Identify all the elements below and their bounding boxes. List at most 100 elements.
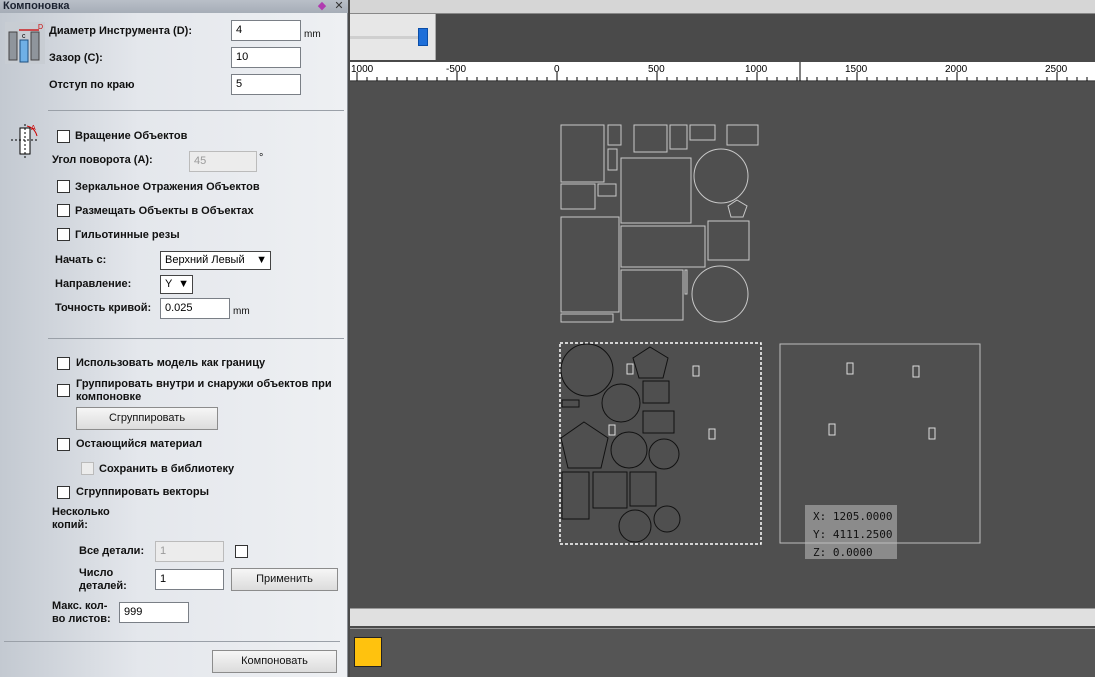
save-to-library-checkbox[interactable] (81, 462, 94, 475)
tool-diameter-icon: c D (5, 22, 45, 64)
part-vector (620, 225, 706, 268)
curve-precision-input[interactable]: 0.025 (160, 298, 230, 319)
pin-icon[interactable]: ◆ (316, 0, 328, 12)
part-vector (684, 269, 688, 295)
color-swatch[interactable] (354, 637, 382, 667)
part-vector (560, 124, 605, 183)
part-vector (653, 505, 681, 533)
part-vector (689, 124, 716, 141)
part-vector (633, 124, 668, 153)
rotation-icon: A (11, 124, 39, 158)
all-parts-checkbox[interactable] (235, 545, 248, 558)
start-from-select[interactable]: Верхний Левый ▼ (160, 251, 271, 270)
part-vector (561, 399, 580, 408)
part-vector (727, 199, 748, 218)
horizontal-scrollbar[interactable] (350, 608, 1095, 626)
part-vector (692, 365, 700, 377)
part-vector (610, 431, 648, 469)
svg-text:D: D (38, 24, 43, 31)
coord-y: Y: 4111.2500 (813, 528, 893, 541)
guillotine-checkbox[interactable] (57, 228, 70, 241)
multiple-copies-label: Несколько копий: (52, 506, 110, 531)
part-vector (620, 269, 684, 321)
direction-value: Y (165, 278, 173, 290)
part-vector (642, 380, 670, 404)
all-parts-input[interactable]: 1 (155, 541, 224, 562)
chevron-down-icon: ▼ (256, 254, 267, 266)
part-vector (560, 313, 614, 323)
rotate-objects-checkbox[interactable] (57, 130, 70, 143)
use-model-boundary-checkbox[interactable] (57, 357, 70, 370)
edge-offset-label: Отступ по краю (49, 79, 135, 91)
part-vector (693, 148, 749, 204)
part-vector (912, 365, 920, 378)
ruler-tick-label: 500 (648, 64, 665, 75)
group-inside-outside-checkbox[interactable] (57, 384, 70, 397)
zoom-slider-area (350, 14, 436, 60)
part-vector (592, 471, 628, 509)
nest-in-objects-checkbox[interactable] (57, 204, 70, 217)
sheet-1-boundary (559, 342, 762, 545)
max-sheets-label: Макс. кол-во листов: (52, 600, 111, 625)
part-vector (669, 124, 688, 150)
gap-label: Зазор (C): (49, 52, 103, 64)
part-vector (707, 220, 750, 261)
color-palette-bar (350, 628, 1095, 677)
part-vector (607, 124, 622, 146)
part-vector (620, 157, 692, 224)
curve-precision-unit: mm (233, 306, 250, 317)
nest-in-objects-label: Размещать Объекты в Объектах (75, 205, 254, 217)
panel-title: Компоновка (0, 0, 348, 13)
gap-input[interactable]: 10 (231, 47, 301, 68)
ruler-tick-label: 0 (554, 64, 560, 75)
chevron-down-icon: ▼ (178, 278, 189, 290)
guillotine-label: Гильотинные резы (75, 229, 180, 241)
part-vector (726, 124, 759, 146)
direction-select[interactable]: Y ▼ (160, 275, 193, 294)
part-vector (607, 148, 618, 171)
group-vectors-checkbox[interactable] (57, 486, 70, 499)
part-vector (618, 509, 652, 543)
apply-button[interactable]: Применить (231, 568, 338, 591)
mirror-checkbox[interactable] (57, 180, 70, 193)
separator (48, 338, 344, 339)
svg-text:A: A (31, 125, 36, 132)
ruler-tick-label: 1000 (745, 64, 768, 75)
edge-offset-input[interactable]: 5 (231, 74, 301, 95)
zoom-slider-track[interactable] (350, 36, 424, 39)
mirror-label: Зеркальное Отражения Объектов (75, 181, 260, 193)
part-vector (708, 428, 716, 440)
horizontal-ruler: 1000 -500 0 500 1000 1500 2000 2500 (350, 62, 1095, 82)
ruler-tick-label: 1000 (351, 64, 374, 75)
drawing-canvas[interactable] (350, 82, 1095, 608)
use-model-boundary-label: Использовать модель как границу (76, 357, 266, 369)
rotation-angle-input[interactable]: 45 (189, 151, 257, 172)
nest-button[interactable]: Компоновать (212, 650, 337, 673)
start-from-label: Начать с: (55, 254, 107, 266)
ruler-tick-label: 1500 (845, 64, 868, 75)
start-from-value: Верхний Левый (165, 254, 245, 266)
part-vector (626, 363, 634, 375)
part-vector (561, 471, 590, 520)
group-button[interactable]: Сгруппировать (76, 407, 218, 430)
remaining-material-checkbox[interactable] (57, 438, 70, 451)
remaining-material-label: Остающийся материал (76, 438, 203, 450)
part-vector (691, 265, 749, 323)
tool-diameter-input[interactable]: 4 (231, 20, 301, 41)
all-parts-label: Все детали: (79, 545, 145, 557)
separator (48, 110, 344, 111)
part-vector (632, 346, 669, 379)
part-vector (629, 471, 657, 507)
close-icon[interactable]: ✕ (333, 0, 345, 12)
direction-label: Направление: (55, 278, 132, 290)
tool-diameter-label: Диаметр Инструмента (D): (49, 25, 192, 37)
part-vector (648, 438, 680, 470)
part-vector (846, 362, 854, 375)
max-sheets-input[interactable]: 999 (119, 602, 189, 623)
zoom-slider-thumb[interactable] (418, 28, 428, 46)
app-window: Компоновка ◆ ✕ c D Диаметр Инструмента (… (0, 0, 1095, 677)
part-vector (642, 410, 675, 434)
ruler-tick-label: -500 (446, 64, 467, 75)
parts-count-input[interactable]: 1 (155, 569, 224, 590)
svg-text:c: c (22, 33, 26, 40)
